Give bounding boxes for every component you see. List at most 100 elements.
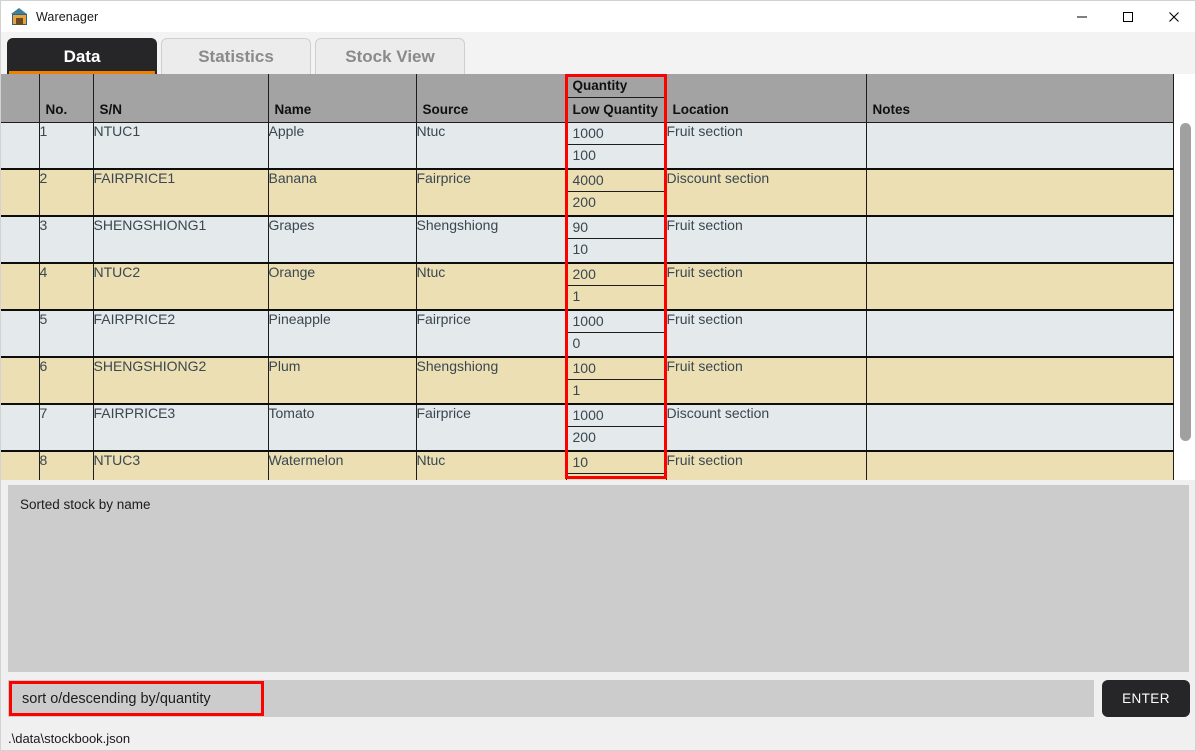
column-header-low-quantity-label: Low Quantity xyxy=(572,102,659,117)
cell-location: Fruit section xyxy=(666,310,867,358)
cell-sn: NTUC2 xyxy=(93,263,269,311)
tab-stock-view-label: Stock View xyxy=(345,46,435,66)
column-header-quantity-label: Quantity xyxy=(566,74,666,98)
cell-source: Shengshiong xyxy=(416,357,567,405)
tab-data-label: Data xyxy=(63,46,101,66)
cell-sn: SHENGSHIONG2 xyxy=(93,357,269,405)
command-row: ENTER xyxy=(8,680,1190,717)
stock-table: No. S/N Name Source Quantity Low Quantit… xyxy=(1,74,1174,480)
warenager-window: Warenager Data Statistics Stock View No.… xyxy=(0,0,1196,751)
window-title: Warenager xyxy=(36,9,99,24)
column-header-source-label: Source xyxy=(422,101,469,117)
close-icon[interactable] xyxy=(1151,1,1195,32)
cell-quantity: 1000 0 xyxy=(566,310,667,358)
column-header-location-label: Location xyxy=(672,101,729,117)
cell-quantity: 10 xyxy=(566,451,667,480)
cell-blank xyxy=(1,216,40,264)
cell-no: 7 xyxy=(39,404,94,452)
cell-sn: FAIRPRICE2 xyxy=(93,310,269,358)
column-header-source[interactable]: Source xyxy=(416,74,567,123)
cell-quantity-value: 100 xyxy=(566,358,666,380)
table-vertical-scrollbar[interactable] xyxy=(1180,123,1191,459)
table-row[interactable]: 1 NTUC1 Apple Ntuc 1000 100 Fruit section xyxy=(1,122,1174,170)
cell-quantity: 100 1 xyxy=(566,357,667,405)
cell-sn: FAIRPRICE3 xyxy=(93,404,269,452)
table-row[interactable]: 4 NTUC2 Orange Ntuc 200 1 Fruit section xyxy=(1,263,1174,311)
command-input[interactable] xyxy=(8,680,1094,717)
cell-name: Grapes xyxy=(268,216,417,264)
cell-no: 8 xyxy=(39,451,94,480)
table-row[interactable]: 7 FAIRPRICE3 Tomato Fairprice 1000 200 Discoun… xyxy=(1,404,1174,452)
cell-location: Fruit section xyxy=(666,216,867,264)
cell-no: 1 xyxy=(39,122,94,170)
cell-name: Orange xyxy=(268,263,417,311)
column-header-sn[interactable]: S/N xyxy=(93,74,269,123)
cell-blank xyxy=(1,122,40,170)
cell-no: 4 xyxy=(39,263,94,311)
cell-quantity-value: 90 xyxy=(566,217,666,239)
cell-location: Fruit section xyxy=(666,451,867,480)
cell-source: Ntuc xyxy=(416,122,567,170)
table-row[interactable]: 2 FAIRPRICE1 Banana Fairprice 4000 200 Discoun… xyxy=(1,169,1174,217)
table-row[interactable]: 5 FAIRPRICE2 Pineapple Fairprice 1000 0 Fruit … xyxy=(1,310,1174,358)
cell-low-quantity-value: 200 xyxy=(572,194,596,210)
tab-data[interactable]: Data xyxy=(7,38,157,74)
column-header-notes[interactable]: Notes xyxy=(866,74,1174,123)
cell-quantity-value: 200 xyxy=(566,264,666,286)
cell-no: 5 xyxy=(39,310,94,358)
cell-notes xyxy=(866,310,1174,358)
result-message: Sorted stock by name xyxy=(20,497,151,512)
tab-stock-view[interactable]: Stock View xyxy=(315,38,465,74)
column-header-notes-label: Notes xyxy=(872,101,911,117)
table-header-row: No. S/N Name Source Quantity Low Quantit… xyxy=(1,74,1174,123)
column-header-no[interactable]: No. xyxy=(39,74,94,123)
cell-name: Apple xyxy=(268,122,417,170)
cell-blank xyxy=(1,310,40,358)
cell-sn: SHENGSHIONG1 xyxy=(93,216,269,264)
cell-blank xyxy=(1,404,40,452)
table-row[interactable]: 6 SHENGSHIONG2 Plum Shengshiong 100 1 Fruit se… xyxy=(1,357,1174,405)
table-body: 1 NTUC1 Apple Ntuc 1000 100 Fruit section 2 FAIR… xyxy=(1,122,1174,480)
cell-sn: NTUC1 xyxy=(93,122,269,170)
column-header-name[interactable]: Name xyxy=(268,74,417,123)
cell-source: Fairprice xyxy=(416,169,567,217)
cell-no: 2 xyxy=(39,169,94,217)
minimize-icon[interactable] xyxy=(1059,1,1105,32)
cell-notes xyxy=(866,263,1174,311)
cell-name: Banana xyxy=(268,169,417,217)
cell-name: Pineapple xyxy=(268,310,417,358)
cell-quantity: 1000 100 xyxy=(566,122,667,170)
scrollbar-thumb[interactable] xyxy=(1180,123,1191,441)
cell-quantity-value: 1000 xyxy=(566,123,666,145)
result-panel: Sorted stock by name xyxy=(8,485,1189,672)
maximize-icon[interactable] xyxy=(1105,1,1151,32)
column-header-location[interactable]: Location xyxy=(666,74,867,123)
cell-location: Discount section xyxy=(666,169,867,217)
cell-name: Plum xyxy=(268,357,417,405)
cell-low-quantity-value: 10 xyxy=(572,241,589,257)
cell-sn: NTUC3 xyxy=(93,451,269,480)
column-header-blank xyxy=(1,74,40,123)
column-header-name-label: Name xyxy=(274,101,312,117)
enter-button[interactable]: ENTER xyxy=(1102,680,1190,717)
stock-table-container[interactable]: No. S/N Name Source Quantity Low Quantit… xyxy=(1,74,1195,480)
cell-quantity: 1000 200 xyxy=(566,404,667,452)
cell-low-quantity-value: 100 xyxy=(572,146,596,163)
cell-low-quantity-value: 1 xyxy=(572,382,581,398)
tab-statistics[interactable]: Statistics xyxy=(161,38,311,74)
column-header-quantity[interactable]: Quantity Low Quantity xyxy=(566,74,667,123)
cell-quantity-value: 1000 xyxy=(566,311,666,333)
cell-notes xyxy=(866,451,1174,480)
table-row[interactable]: 8 NTUC3 Watermelon Ntuc 10 Fruit section xyxy=(1,451,1174,480)
window-controls xyxy=(1059,1,1195,32)
table-row[interactable]: 3 SHENGSHIONG1 Grapes Shengshiong 90 10 Fruit … xyxy=(1,216,1174,264)
cell-quantity: 4000 200 xyxy=(566,169,667,217)
cell-name: Watermelon xyxy=(268,451,417,480)
cell-source: Ntuc xyxy=(416,451,567,480)
tab-statistics-label: Statistics xyxy=(198,46,274,66)
cell-notes xyxy=(866,169,1174,217)
cell-location: Fruit section xyxy=(666,122,867,170)
cell-sn: FAIRPRICE1 xyxy=(93,169,269,217)
status-bar: .\data\stockbook.json xyxy=(1,725,1195,750)
cell-quantity-value: 1000 xyxy=(566,405,666,427)
